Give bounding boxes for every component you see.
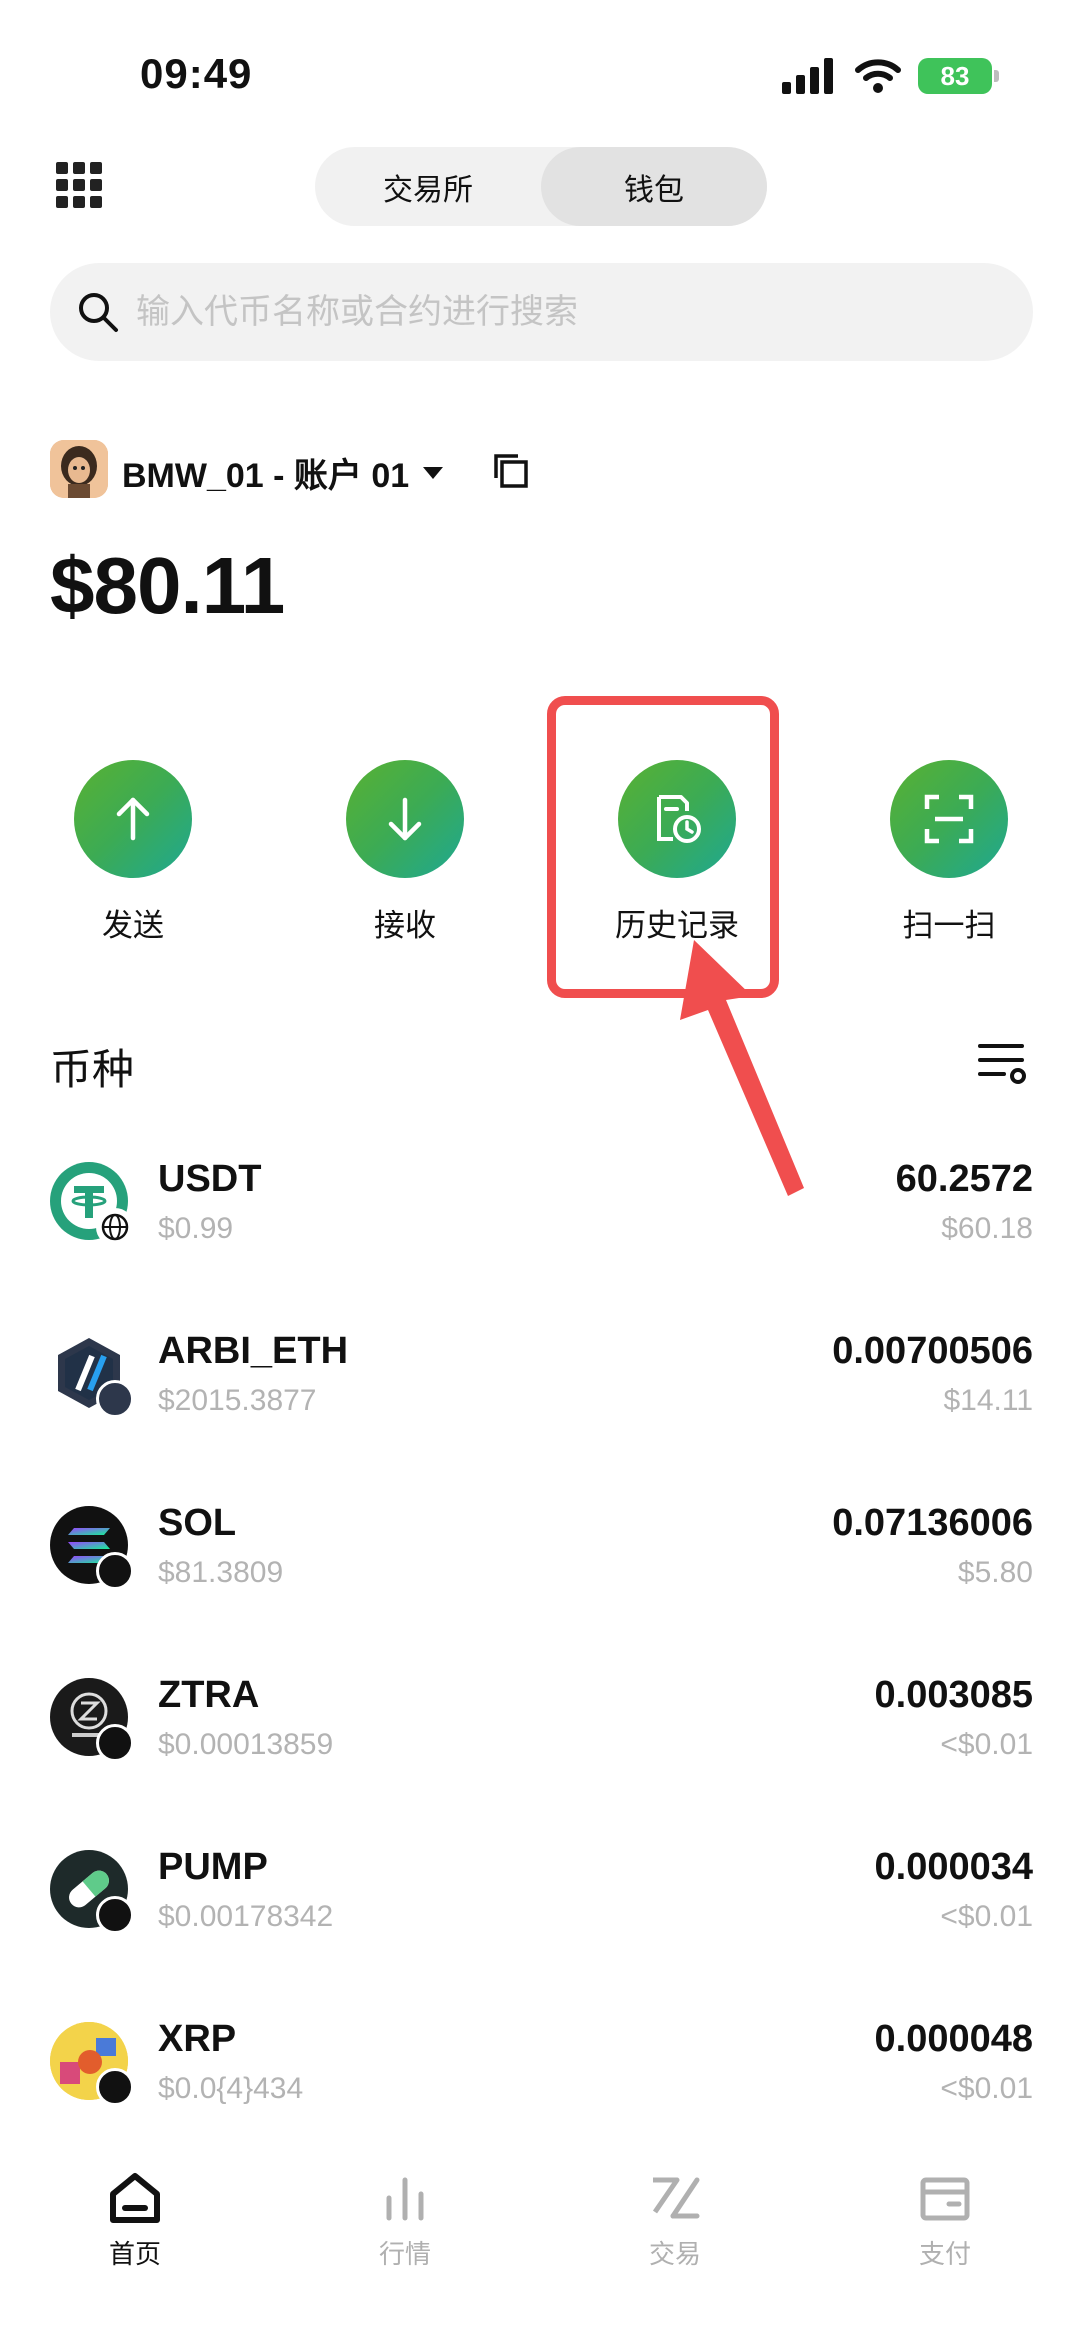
apps-grid-icon[interactable] [56,162,102,208]
tab-exchange[interactable]: 交易所 [315,147,541,226]
token-amount: 0.07136006 [832,1502,1033,1544]
solana-chain-icon [96,1724,134,1762]
token-amount: 0.000048 [874,2018,1034,2060]
token-row-sol[interactable]: SOL $81.3809 0.07136006 $5.80 [50,1502,1033,1678]
wifi-icon [855,59,901,93]
battery-level: 83 [940,60,970,91]
nav-home-label: 首页 [108,2239,161,2269]
token-name: SOL [158,1502,237,1544]
solana-chain-icon [96,1552,134,1590]
token-price: $81.3809 [158,1556,284,1589]
avatar-image [50,440,108,498]
receive-button[interactable]: 接收 [325,760,485,945]
solana-chain-icon [96,2068,134,2106]
trade-icon [652,2177,700,2219]
scan-button[interactable]: 扫一扫 [869,760,1029,945]
tokens-section-title: 币种 [50,1046,135,1093]
token-value: $14.11 [943,1384,1033,1417]
scan-icon [924,794,974,844]
nav-market[interactable]: 行情 [270,2170,540,2290]
token-amount: 0.003085 [874,1674,1034,1716]
token-value: <$0.01 [940,1900,1033,1933]
token-row-xrp[interactable]: XRP $0.0{4}434 0.000048 <$0.01 [50,2018,1033,2194]
account-name: BMW_01 - 账户 01 [122,457,410,495]
token-value: $60.18 [941,1212,1033,1245]
mode-switch: 交易所 钱包 [315,147,767,226]
receive-label: 接收 [374,908,436,943]
send-circle [74,760,192,878]
token-row-usdt[interactable]: USDT $0.99 60.2572 $60.18 [50,1158,1033,1334]
scan-circle [890,760,1008,878]
token-price: $0.99 [158,1212,234,1245]
receive-circle [346,760,464,878]
bottom-nav: 首页 行情 交易 支付 [0,2170,1080,2290]
copy-icon[interactable] [490,450,530,490]
nav-trade-label: 交易 [648,2239,701,2269]
bar-chart-icon [386,2177,424,2221]
token-price: $2015.3877 [158,1384,317,1417]
home-icon [110,2173,160,2223]
token-row-pump[interactable]: PUMP $0.00178342 0.000034 <$0.01 [50,1846,1033,2022]
token-value: $5.80 [957,1556,1033,1589]
tab-wallet[interactable]: 钱包 [541,147,767,226]
nav-market-label: 行情 [378,2239,431,2269]
token-amount: 60.2572 [895,1158,1033,1200]
wallet-icon [920,2177,970,2221]
search-input[interactable] [134,291,958,333]
caret-down-icon [423,466,444,479]
send-label: 发送 [102,908,164,943]
token-row-arbi-eth[interactable]: ARBI_ETH $2015.3877 0.00700506 $14.11 [50,1330,1033,1506]
token-name: XRP [158,2018,237,2060]
nav-trade[interactable]: 交易 [540,2170,810,2290]
nav-pay[interactable]: 支付 [810,2170,1080,2290]
token-amount: 0.000034 [874,1846,1034,1888]
nav-home[interactable]: 首页 [0,2170,270,2290]
token-name: PUMP [158,1846,268,1888]
token-name: USDT [158,1158,262,1200]
solana-chain-icon [96,1896,134,1934]
globe-chain-icon [96,1208,134,1246]
total-balance: $80.11 [50,541,285,630]
filter-settings-icon[interactable] [978,1040,1028,1084]
arbitrum-chain-icon [96,1380,134,1418]
token-price: $0.0{4}434 [158,2072,304,2105]
account-selector[interactable]: BMW_01 - 账户 01 [122,448,444,497]
battery-indicator: 83 [918,58,999,94]
search-bar[interactable] [50,263,1033,361]
annotation-arrow-icon [680,940,804,1196]
token-value: <$0.01 [940,2072,1033,2105]
send-button[interactable]: 发送 [53,760,213,945]
avatar[interactable] [50,440,108,498]
token-price: $0.00013859 [158,1728,334,1761]
arrow-down-icon [388,797,422,841]
cellular-signal-icon [782,58,833,94]
nav-pay-label: 支付 [918,2239,971,2269]
status-time: 09:49 [140,50,253,97]
arrow-up-icon [116,797,150,841]
token-row-ztra[interactable]: ZTRA $0.00013859 0.003085 <$0.01 [50,1674,1033,1850]
token-amount: 0.00700506 [832,1330,1033,1372]
token-value: <$0.01 [940,1728,1033,1761]
token-name: ZTRA [158,1674,260,1716]
search-icon [79,293,118,332]
token-price: $0.00178342 [158,1900,334,1933]
scan-label: 扫一扫 [902,908,996,943]
token-name: ARBI_ETH [158,1330,349,1372]
status-icons: 83 [782,58,999,94]
